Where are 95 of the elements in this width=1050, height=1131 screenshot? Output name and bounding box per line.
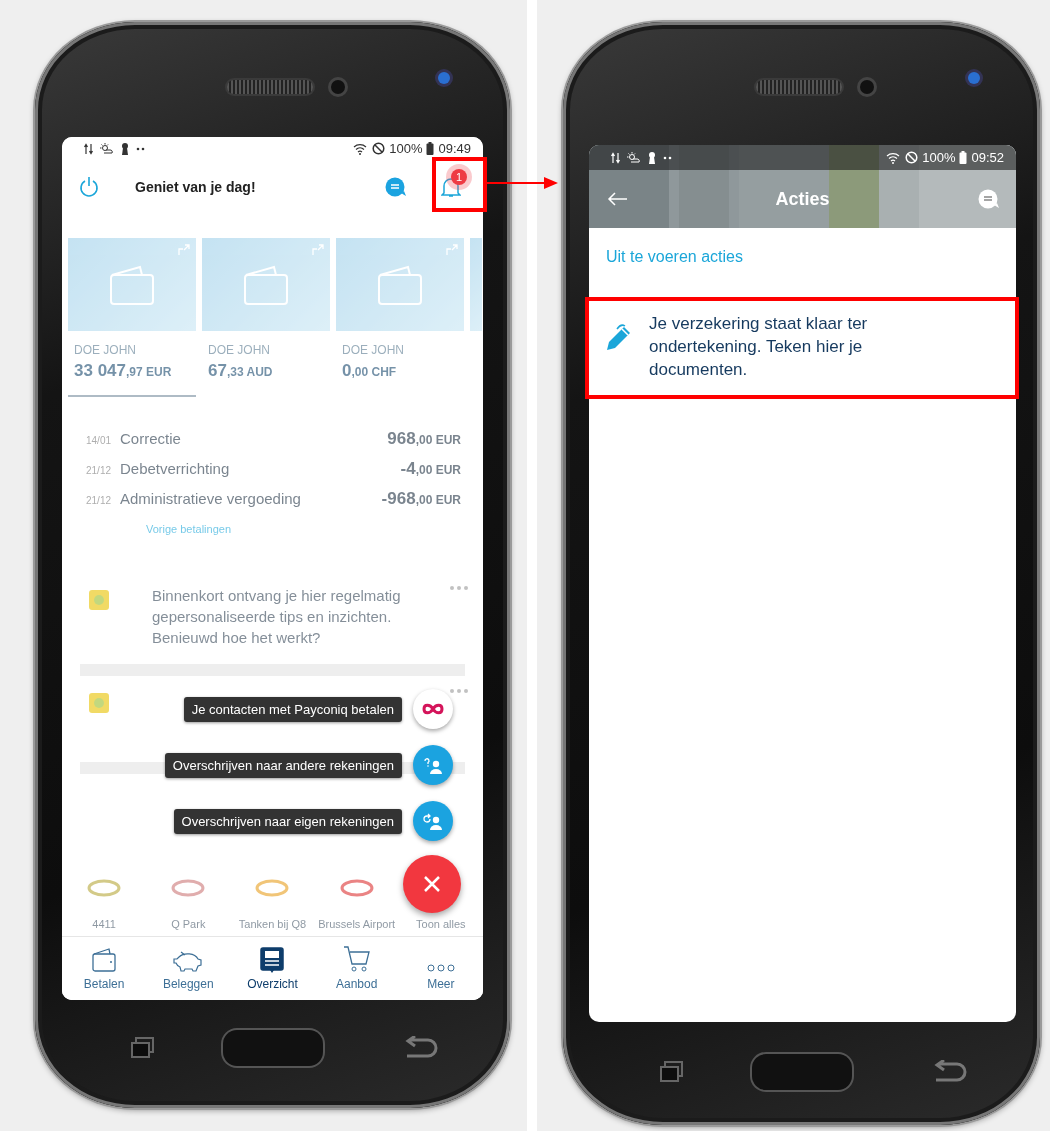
transaction-date: 21/12 bbox=[86, 465, 113, 476]
wallet-icon bbox=[110, 264, 154, 305]
transaction-date: 21/12 bbox=[86, 495, 113, 506]
weather-icon bbox=[100, 142, 114, 155]
nav-tab[interactable]: Betalen bbox=[64, 937, 145, 1000]
power-icon[interactable] bbox=[79, 176, 99, 198]
shortcut-label: 4411 bbox=[92, 918, 116, 930]
recent-apps-icon bbox=[659, 1061, 684, 1083]
fab-action-button[interactable] bbox=[413, 745, 453, 785]
battery-percentage: 100% bbox=[389, 141, 423, 156]
tooltip-label: Je contacten met Payconiq betalen bbox=[183, 696, 402, 722]
wallet-icon bbox=[244, 264, 288, 305]
infinity-icon bbox=[421, 703, 445, 715]
shortcut-label: Toon alles bbox=[416, 918, 466, 930]
chat-icon[interactable] bbox=[385, 177, 407, 197]
account-holder: DOE JOHN bbox=[342, 343, 405, 357]
clock: 09:52 bbox=[971, 150, 1004, 165]
transaction-amount: 968,00 EUR bbox=[387, 429, 461, 449]
keyhole-icon bbox=[121, 142, 129, 155]
wifi-icon bbox=[353, 142, 369, 155]
more-options-icon[interactable] bbox=[449, 585, 469, 591]
nav-tab[interactable]: Beleggen bbox=[148, 937, 229, 1000]
recent-apps-icon bbox=[130, 1037, 155, 1059]
account-holder: DOE JOHN bbox=[208, 343, 271, 357]
wallet-icon bbox=[91, 947, 118, 973]
transaction-date: 14/01 bbox=[86, 435, 113, 446]
shortcut-logo bbox=[254, 878, 291, 898]
front-camera bbox=[859, 80, 874, 94]
notification-button[interactable]: 1 bbox=[431, 167, 471, 207]
highlight-frame bbox=[432, 157, 487, 212]
account-balance: 0,00 CHF bbox=[342, 361, 398, 381]
overview-icon bbox=[260, 947, 285, 973]
transaction-amount: -4,00 EUR bbox=[400, 459, 461, 479]
battery-icon bbox=[426, 142, 435, 155]
greeting: Geniet van je dag! bbox=[135, 179, 257, 195]
blocked-icon bbox=[372, 142, 386, 155]
battery-icon bbox=[959, 151, 968, 164]
pointer-arrow bbox=[486, 175, 558, 191]
account-card[interactable]: DOE JOHN 67,33 AUD bbox=[202, 238, 330, 397]
tip-icon bbox=[88, 692, 110, 714]
weather-icon bbox=[627, 151, 641, 164]
dots-icon bbox=[663, 155, 672, 160]
fab-action-button[interactable] bbox=[413, 801, 453, 841]
transaction-description: Administratieve vergoeding bbox=[120, 490, 302, 507]
screen-title: Acties bbox=[774, 188, 831, 210]
sensor-light bbox=[438, 72, 450, 84]
share-icon bbox=[446, 244, 458, 256]
nav-tab[interactable]: Overzicht bbox=[232, 937, 313, 1000]
shortcut-label: Brussels Airport bbox=[318, 918, 396, 930]
close-icon bbox=[423, 875, 441, 893]
shortcut-label: Tanken bij Q8 bbox=[238, 918, 307, 930]
dots-icon bbox=[136, 146, 145, 151]
cart-icon bbox=[342, 945, 371, 973]
transaction-amount: -968,00 EUR bbox=[381, 489, 461, 509]
data-transfer-icon bbox=[611, 151, 620, 164]
action-item[interactable]: Je verzekering staat klaar ter ondertekening. Teken hier je documenten. bbox=[589, 312, 1016, 381]
notification-badge: 1 bbox=[451, 169, 467, 185]
floating-action-button[interactable] bbox=[403, 855, 461, 913]
person-question-icon bbox=[422, 755, 444, 775]
tip-icon bbox=[88, 589, 110, 611]
chat-icon[interactable] bbox=[978, 189, 1000, 209]
blocked-icon bbox=[905, 151, 919, 164]
person-return-icon bbox=[422, 811, 444, 831]
shortcut-label: Q Park bbox=[171, 918, 206, 930]
share-icon bbox=[312, 244, 324, 256]
keyhole-icon bbox=[648, 151, 656, 164]
sensor-light bbox=[968, 72, 980, 84]
section-heading: Uit te voeren acties bbox=[605, 247, 744, 266]
account-card[interactable]: DOE JOHN 33 047,97 EUR bbox=[68, 238, 196, 397]
pencil-icon bbox=[605, 324, 633, 352]
front-camera bbox=[330, 80, 345, 94]
data-transfer-icon bbox=[84, 142, 93, 155]
shortcut-logo bbox=[338, 878, 375, 898]
transaction-description: Debetverrichting bbox=[120, 460, 231, 477]
fab-action-button[interactable] bbox=[413, 689, 453, 729]
shortcut-logo bbox=[86, 878, 123, 898]
clock: 09:49 bbox=[438, 141, 471, 156]
more-icon bbox=[426, 963, 455, 973]
account-balance: 67,33 AUD bbox=[208, 361, 274, 381]
account-card[interactable]: DOE JOHN 0,00 CHF bbox=[336, 238, 464, 397]
back-arrow-icon[interactable] bbox=[607, 192, 627, 206]
tooltip-label: Overschrijven naar eigen rekeningen bbox=[173, 808, 402, 834]
shortcut-logo bbox=[170, 878, 207, 898]
battery-percentage: 100% bbox=[922, 150, 956, 165]
more-options-icon[interactable] bbox=[449, 688, 469, 694]
transaction-description: Correctie bbox=[120, 430, 182, 447]
nav-tab[interactable]: Aanbod bbox=[316, 937, 397, 1000]
wallet-icon bbox=[378, 264, 422, 305]
share-icon bbox=[178, 244, 190, 256]
wifi-icon bbox=[886, 151, 902, 164]
account-balance: 33 047,97 EUR bbox=[74, 361, 173, 381]
account-holder: DOE JOHN bbox=[74, 343, 137, 357]
tooltip-label: Overschrijven naar andere rekeningen bbox=[164, 752, 402, 778]
tip-text: Binnenkort ontvang je hier regelmatig gepersonaliseerde tips en inzichten. Benieuwd hoe het werkt? bbox=[152, 586, 402, 648]
nav-tab[interactable]: Meer bbox=[400, 937, 481, 1000]
